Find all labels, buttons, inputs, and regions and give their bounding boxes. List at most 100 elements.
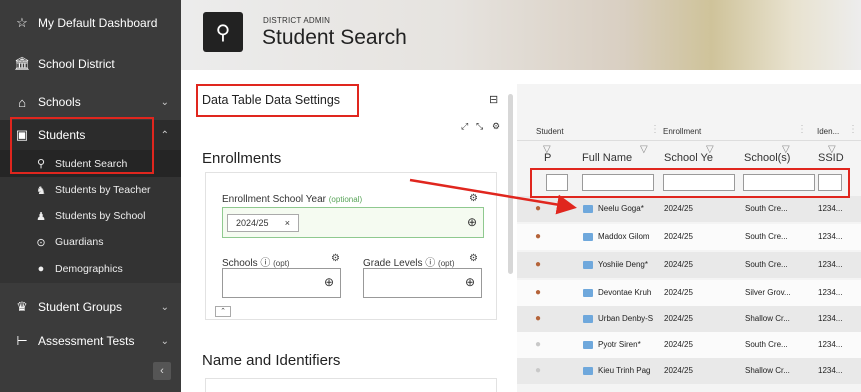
year-chip: 2024/25 × xyxy=(227,214,299,232)
settings-scrollbar[interactable] xyxy=(508,94,513,274)
gear-icon[interactable]: ⚙ xyxy=(331,253,340,264)
cell-schools: South Cre... xyxy=(745,340,788,349)
cell-schools: Shallow Cr... xyxy=(745,366,790,375)
chevron-up-icon[interactable]: ⌃ xyxy=(161,130,169,141)
table-row[interactable]: ● Yoshiie Deng* 2024/25 South Cre... 1234... xyxy=(517,252,861,278)
sub-label: Guardians xyxy=(55,236,104,248)
student-card-icon[interactable] xyxy=(583,315,593,323)
grade-levels-field[interactable]: ⊕ xyxy=(363,268,482,298)
year-chip-label: 2024/25 xyxy=(236,218,269,228)
cell-school-year: 2024/25 xyxy=(664,288,693,297)
grade-levels-label: Grade Levels ⓘ (opt) xyxy=(363,254,455,269)
enrollment-year-field[interactable]: 2024/25 × ⊕ xyxy=(222,207,484,238)
student-photo: ● xyxy=(534,259,542,270)
column-header-photo[interactable]: P xyxy=(544,152,551,164)
group-header-enrollment: Enrollment xyxy=(663,127,702,136)
collapse-sidebar-button[interactable]: ‹ xyxy=(153,362,171,380)
column-menu-icon[interactable]: ⋮ xyxy=(848,124,858,135)
student-card-icon[interactable] xyxy=(583,341,593,349)
zoom-search-icon[interactable]: ⊕ xyxy=(324,275,334,289)
student-card-icon[interactable] xyxy=(583,289,593,297)
cell-school-year: 2024/25 xyxy=(664,260,693,269)
chevron-down-icon[interactable]: ⌄ xyxy=(161,97,169,108)
school-student-icon: ♟ xyxy=(36,210,46,223)
column-header-schools[interactable]: School(s) xyxy=(744,152,790,164)
column-header-school-year[interactable]: School Ye xyxy=(664,152,713,164)
cell-school-year: 2024/25 xyxy=(664,204,693,213)
cell-ssid: 1234... xyxy=(818,260,843,269)
column-header-ssid[interactable]: SSID xyxy=(818,152,844,164)
sub-label: Students by School xyxy=(55,210,146,222)
enrollment-year-label: Enrollment School Year (optional) xyxy=(222,194,362,205)
chevron-down-icon[interactable]: ⌄ xyxy=(161,302,169,313)
cell-full-name: Urban Denby-S xyxy=(598,314,654,323)
chip-remove-icon[interactable]: × xyxy=(285,215,290,231)
sub-label: Demographics xyxy=(55,263,123,275)
filter-icon[interactable]: ▽ xyxy=(640,144,648,155)
sidebar-item-guardians[interactable]: ⊙ Guardians xyxy=(0,229,181,255)
column-menu-icon[interactable]: ⋮ xyxy=(650,124,660,135)
gear-icon[interactable]: ⚙ xyxy=(469,253,478,264)
cell-schools: South Cre... xyxy=(745,260,788,269)
cell-full-name: Pyotr Siren* xyxy=(598,340,641,349)
student-card-icon[interactable] xyxy=(583,261,593,269)
table-row[interactable]: ● Pyotr Siren* 2024/25 South Cre... 1234... xyxy=(517,332,861,358)
optional-label: (optional) xyxy=(328,195,363,204)
collapse-card-button[interactable]: ⌃ xyxy=(215,306,231,317)
cell-schools: South Cre... xyxy=(745,232,788,241)
cell-full-name: Devontae Kruh xyxy=(598,288,652,297)
nav-my-default-dashboard[interactable]: ☆ My Default Dashboard xyxy=(0,0,181,46)
nav-student-groups[interactable]: ♛ Student Groups ⌄ xyxy=(0,289,181,325)
optional-label: (opt) xyxy=(438,259,455,268)
gear-icon[interactable]: ⚙ xyxy=(492,121,500,132)
student-photo: ● xyxy=(534,231,542,242)
sidebar-item-demographics[interactable]: ● Demographics xyxy=(0,255,181,283)
nav-label: My Default Dashboard xyxy=(38,16,158,30)
student-photo-placeholder-icon: ● xyxy=(534,339,542,350)
table-row[interactable]: ● Maddox Gilom 2024/25 South Cre... 1234... xyxy=(517,224,861,250)
student-card-icon[interactable] xyxy=(583,233,593,241)
nav-label: Assessment Tests xyxy=(38,334,135,348)
table-row[interactable]: ● Kieu Trinh Pag 2024/25 Shallow Cr... 1234.… xyxy=(517,358,861,384)
cell-ssid: 1234... xyxy=(818,288,843,297)
table-settings-icon[interactable]: ⊟ xyxy=(489,93,498,106)
sidebar-item-students-by-teacher[interactable]: ♞ Students by Teacher xyxy=(0,177,181,203)
column-header-full-name[interactable]: Full Name xyxy=(582,152,632,164)
header-divider xyxy=(517,140,861,141)
table-row[interactable]: ● Neelu Goga* 2024/25 South Cre... 1234... xyxy=(517,196,861,222)
sidebar: ☆ My Default Dashboard 🏛 School District… xyxy=(0,0,181,392)
column-menu-icon[interactable]: ⋮ xyxy=(797,124,807,135)
table-row[interactable]: ● Urban Denby-S 2024/25 Shallow Cr... 1234..… xyxy=(517,306,861,332)
name-identifiers-heading: Name and Identifiers xyxy=(202,352,341,369)
student-photo: ● xyxy=(534,203,542,214)
person-icon: ● xyxy=(37,263,45,275)
cell-ssid: 1234... xyxy=(818,340,843,349)
schools-field[interactable]: ⊕ xyxy=(222,268,341,298)
student-card-icon[interactable] xyxy=(583,367,593,375)
table-row[interactable]: ● Devontae Kruh 2024/25 Silver Grov... 1234.… xyxy=(517,280,861,306)
student-photo-placeholder-icon: ● xyxy=(534,365,542,376)
nav-schools[interactable]: ⌂ Schools ⌄ xyxy=(0,86,181,118)
zoom-search-icon[interactable]: ⊕ xyxy=(467,215,477,229)
nav-assessment-tests[interactable]: ⊢ Assessment Tests ⌄ xyxy=(0,325,181,357)
chevron-down-icon[interactable]: ⌄ xyxy=(161,336,169,347)
cell-ssid: 1234... xyxy=(818,204,843,213)
highlight-filter-row xyxy=(530,168,850,198)
zoom-search-icon[interactable]: ⊕ xyxy=(465,275,475,289)
schools-label: Schools ⓘ (opt) xyxy=(222,254,290,269)
nav-school-district[interactable]: 🏛 School District xyxy=(0,46,181,82)
highlight-students-nav xyxy=(10,117,154,174)
resize-icon[interactable]: ⤡ xyxy=(476,121,483,132)
sub-label: Students by Teacher xyxy=(55,184,151,196)
expand-icon[interactable]: ⤢ xyxy=(461,121,468,132)
student-card-icon[interactable] xyxy=(583,205,593,213)
enrollment-year-label-text: Enrollment School Year xyxy=(222,194,326,205)
gear-icon[interactable]: ⚙ xyxy=(469,193,478,204)
cell-full-name: Yoshiie Deng* xyxy=(598,260,648,269)
cell-schools: Silver Grov... xyxy=(745,288,791,297)
enrollments-heading: Enrollments xyxy=(202,150,282,167)
page-header: ⚲ DISTRICT ADMIN Student Search xyxy=(181,0,861,70)
teacher-icon: ♞ xyxy=(36,184,46,197)
nav-label: School District xyxy=(38,57,115,71)
sidebar-item-students-by-school[interactable]: ♟ Students by School xyxy=(0,203,181,229)
